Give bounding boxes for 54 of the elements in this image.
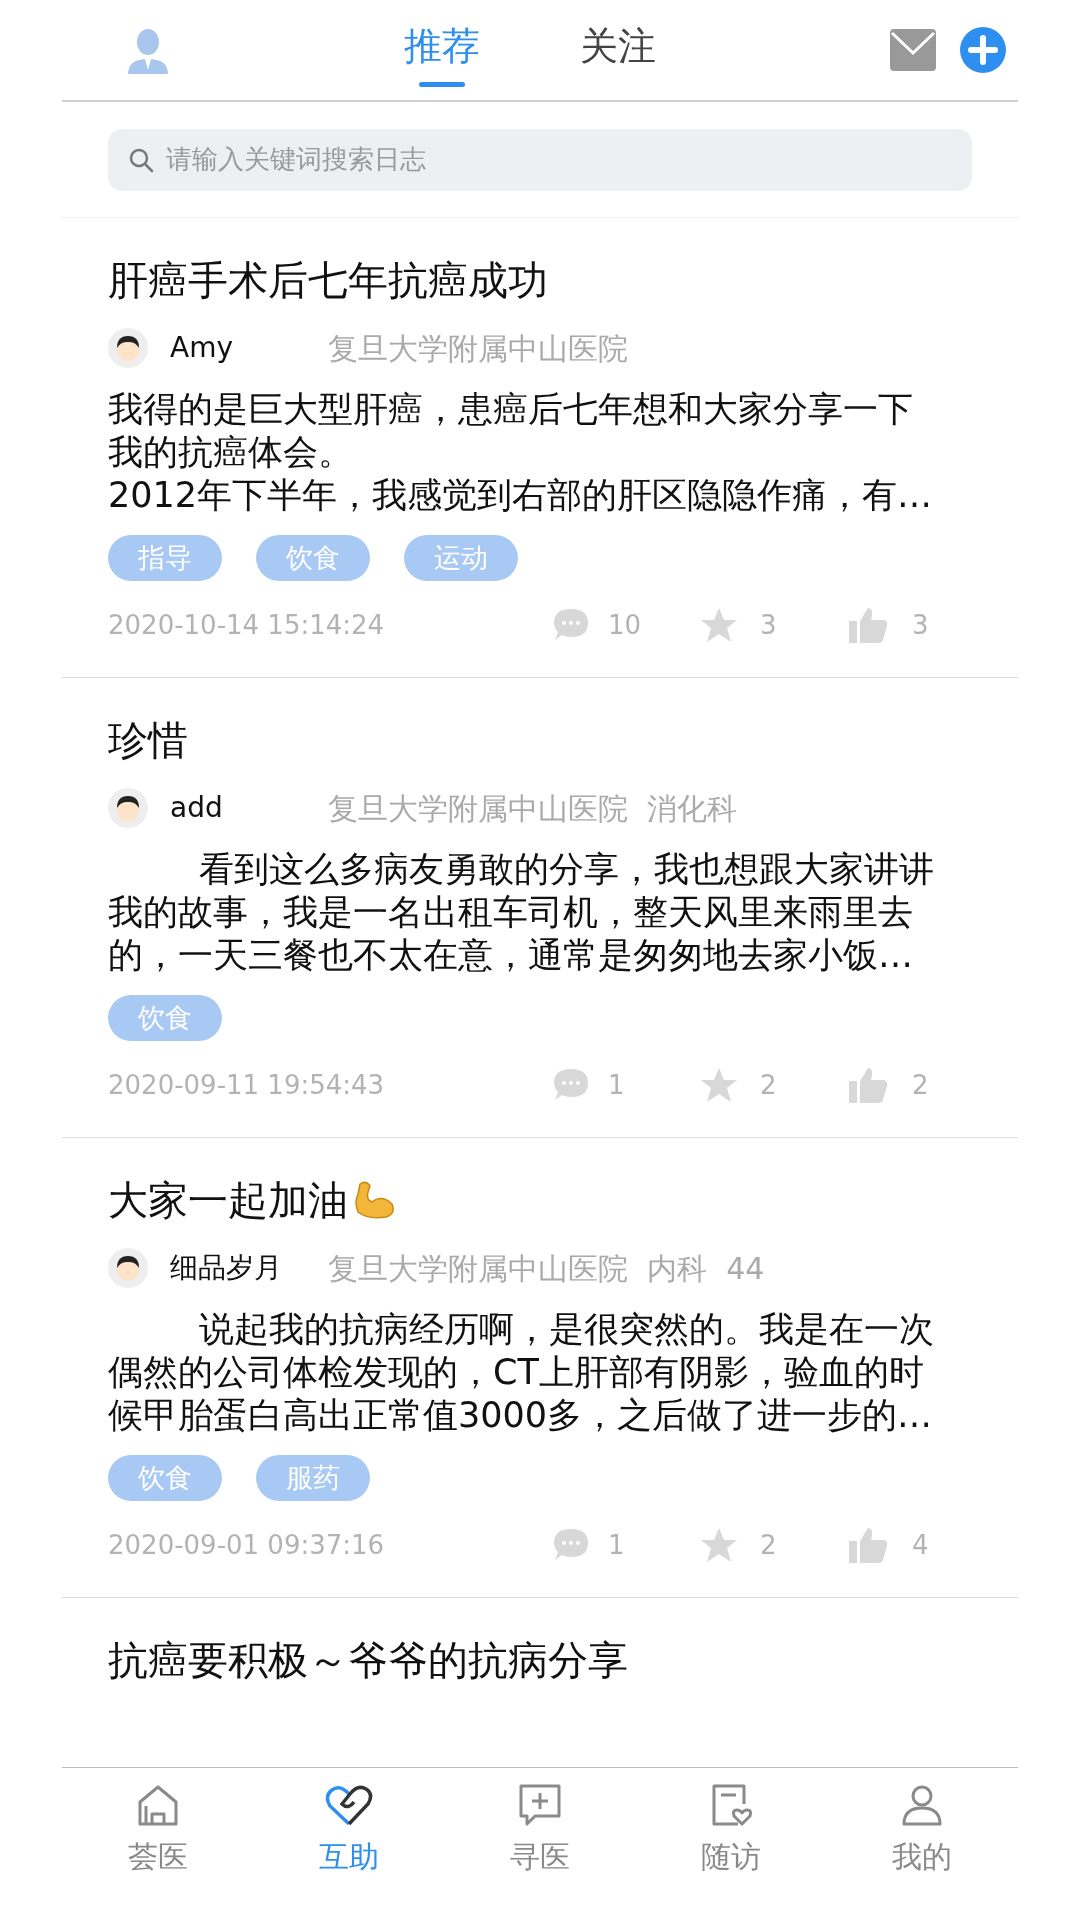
post-title[interactable]: 肝癌手术后七年抗癌成功: [108, 254, 548, 306]
search-field[interactable]: 请输入关键词搜索日志: [108, 128, 972, 191]
hospital-label: 复旦大学附属中山医院: [328, 329, 628, 368]
post-date: 2020-09-11 19:54:43: [108, 1068, 386, 1102]
post-excerpt: 说起我的抗病经历啊，是很突然的。我是在一次偶然的公司体检发现的，CT上肝部有阴影，验血的时候甲胎蛋白高出正常值3000多，之后做了进一步的…: [108, 1308, 935, 1437]
tab-underline: [419, 82, 465, 87]
comment-icon[interactable]: [552, 607, 590, 643]
thumbs-up-icon[interactable]: [848, 1066, 888, 1104]
post-excerpt: 看到这么多病友勇敢的分享，我也想跟大家讲讲我的故事，我是一名出租车司机，整天风里来雨里去的，一天三餐也不太在意，通常是匆匆地去家小饭…: [108, 848, 935, 977]
hospital-label: 复旦大学附属中山医院 内科 44: [328, 1249, 765, 1288]
add-icon[interactable]: [960, 27, 1006, 73]
search-icon: [128, 146, 154, 173]
author-name[interactable]: 细品岁月: [170, 1247, 328, 1289]
author-name[interactable]: add: [170, 787, 328, 829]
comment-icon[interactable]: [552, 1067, 590, 1103]
post-date: 2020-10-14 15:14:24: [108, 608, 386, 642]
author-name[interactable]: Amy: [170, 327, 328, 369]
comment-count: 1: [608, 1068, 626, 1102]
like-count: 2: [912, 1068, 929, 1102]
comment-icon[interactable]: [552, 1527, 590, 1563]
comment-count: 10: [608, 608, 643, 642]
star-icon[interactable]: [700, 1527, 738, 1563]
post-title[interactable]: 抗癌要积极～爷爷的抗病分享: [108, 1634, 628, 1686]
header-tab[interactable]: 关注: [580, 27, 656, 73]
star-icon[interactable]: [700, 1067, 738, 1103]
avatar-icon: [108, 788, 148, 828]
avatar-icon: [108, 1248, 148, 1288]
user-icon[interactable]: [126, 26, 170, 74]
bottom-nav-tab[interactable]: 随访: [635, 1768, 827, 1920]
flexed-arm-icon: [352, 1180, 396, 1220]
search-input[interactable]: 请输入关键词搜索日志: [166, 140, 952, 179]
bottom-nav-tab[interactable]: 互助: [253, 1768, 445, 1920]
post-date: 2020-09-01 09:37:16: [108, 1528, 386, 1562]
hospital-label: 复旦大学附属中山医院 消化科: [328, 789, 738, 828]
bottom-nav-tab[interactable]: 我的: [826, 1768, 1018, 1920]
comment-count: 1: [608, 1528, 626, 1562]
thumbs-up-icon[interactable]: [848, 606, 888, 644]
like-count: 4: [912, 1528, 929, 1562]
mail-icon[interactable]: [890, 29, 936, 71]
favorite-count: 3: [760, 608, 778, 642]
star-icon[interactable]: [700, 607, 738, 643]
post-excerpt: 我得的是巨大型肝癌，患癌后七年想和大家分享一下我的抗癌体会。: [108, 388, 914, 474]
header-tab[interactable]: 推荐: [404, 27, 480, 73]
bottom-nav-tab[interactable]: 寻医: [444, 1768, 636, 1920]
post-title[interactable]: 大家一起加油: [108, 1174, 348, 1226]
favorite-count: 2: [760, 1068, 778, 1102]
post-excerpt: 2012年下半年，我感觉到右部的肝区隐隐作痛，有…: [108, 474, 934, 517]
favorite-count: 2: [760, 1528, 778, 1562]
like-count: 3: [912, 608, 929, 642]
avatar-icon: [108, 328, 148, 368]
post-title[interactable]: 珍惜: [108, 714, 188, 766]
thumbs-up-icon[interactable]: [848, 1526, 888, 1564]
chat-plus-icon: [517, 1782, 563, 1828]
bottom-nav-tab[interactable]: 荟医: [62, 1768, 254, 1920]
